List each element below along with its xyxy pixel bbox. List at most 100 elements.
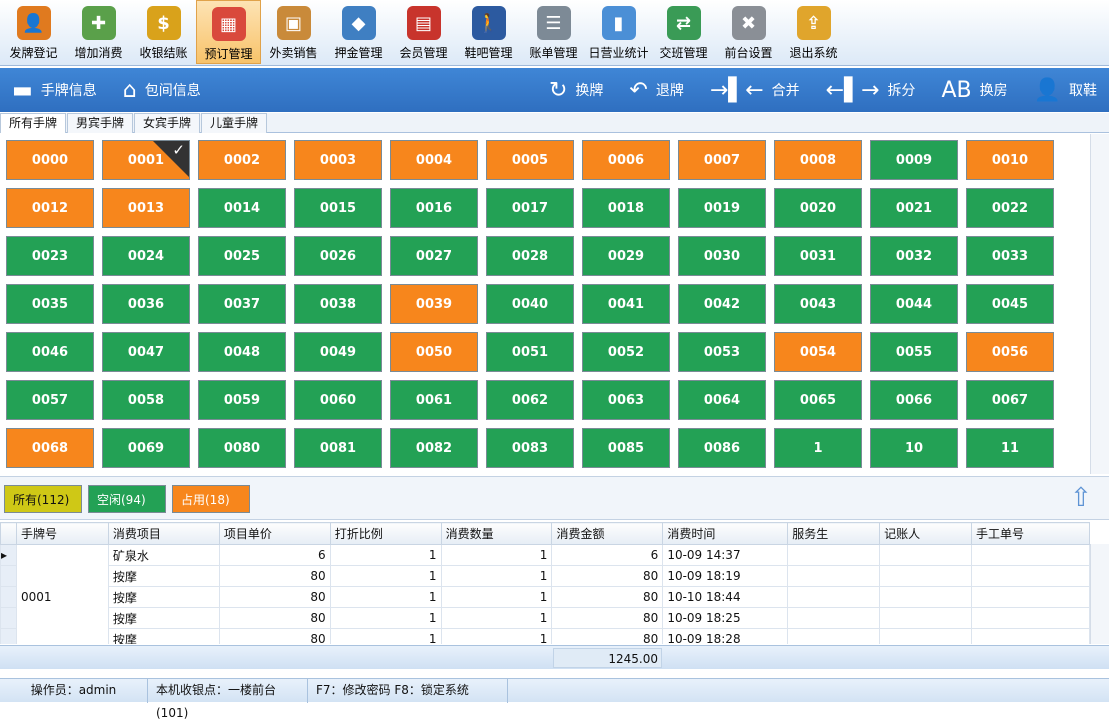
column-header[interactable]: 手工单号: [971, 522, 1090, 545]
hand-card-tile[interactable]: 0026: [294, 236, 382, 276]
hand-card-tile[interactable]: 0066: [870, 380, 958, 420]
hand-card-tile[interactable]: 0045: [966, 284, 1054, 324]
hand-card-tile[interactable]: 0061: [390, 380, 478, 420]
hand-card-tile[interactable]: 0083: [486, 428, 574, 468]
toolbar-button-walking-person[interactable]: 🚶 鞋吧管理: [456, 0, 521, 64]
toolbar-button-box-takeout[interactable]: ▣ 外卖销售: [261, 0, 326, 64]
hand-card-tile[interactable]: 0054: [774, 332, 862, 372]
hand-card-tile[interactable]: 0053: [678, 332, 766, 372]
hand-card-tile[interactable]: 0027: [390, 236, 478, 276]
hand-card-tile[interactable]: 0013: [102, 188, 190, 228]
hand-card-tile[interactable]: 0004: [390, 140, 478, 180]
swap-card-button[interactable]: ↻ 换牌: [549, 68, 603, 112]
hand-card-tile[interactable]: 0043: [774, 284, 862, 324]
hand-card-tile[interactable]: 10: [870, 428, 958, 468]
tab-male-cards[interactable]: 男宾手牌: [67, 113, 134, 133]
column-header[interactable]: 消费数量: [440, 522, 553, 545]
hand-card-tile[interactable]: 0023: [6, 236, 94, 276]
room-info-button[interactable]: ⌂ 包间信息: [123, 68, 201, 112]
hand-card-tile[interactable]: 0037: [198, 284, 286, 324]
hand-card-tile[interactable]: 0001 ✓: [102, 140, 190, 180]
hand-card-tile[interactable]: 0064: [678, 380, 766, 420]
hand-card-tile[interactable]: 0009: [870, 140, 958, 180]
row-header[interactable]: [0, 628, 17, 644]
hand-card-tile[interactable]: 0016: [390, 188, 478, 228]
hand-card-tile[interactable]: 11: [966, 428, 1054, 468]
table-scrollbar[interactable]: [1090, 544, 1109, 644]
hand-card-tile[interactable]: 0067: [966, 380, 1054, 420]
hand-card-tile[interactable]: 0049: [294, 332, 382, 372]
hand-card-tile[interactable]: 0024: [102, 236, 190, 276]
hand-card-tile[interactable]: 0086: [678, 428, 766, 468]
hand-card-tile[interactable]: 0051: [486, 332, 574, 372]
hand-card-tile[interactable]: 0022: [966, 188, 1054, 228]
hand-card-tile[interactable]: 0062: [486, 380, 574, 420]
toolbar-button-bar-chart[interactable]: ▮ 日营业统计: [586, 0, 651, 64]
hand-card-tile[interactable]: 0005: [486, 140, 574, 180]
toolbar-button-bill-document[interactable]: ☰ 账单管理: [521, 0, 586, 64]
row-header[interactable]: [0, 586, 17, 608]
tab-child-cards[interactable]: 儿童手牌: [201, 113, 268, 133]
hand-card-tile[interactable]: 0044: [870, 284, 958, 324]
take-shoes-button[interactable]: 👤 取鞋: [1034, 68, 1097, 112]
card-grid-scrollbar[interactable]: [1090, 134, 1109, 474]
column-header[interactable]: 消费金额: [551, 522, 664, 545]
merge-button[interactable]: →▌← 合并: [710, 68, 800, 112]
column-header[interactable]: 消费时间: [662, 522, 789, 545]
hand-card-tile[interactable]: 0002: [198, 140, 286, 180]
hand-card-tile[interactable]: 0036: [102, 284, 190, 324]
hand-card-tile[interactable]: 0031: [774, 236, 862, 276]
hand-card-tile[interactable]: 0015: [294, 188, 382, 228]
toolbar-button-person-register[interactable]: 👤 发牌登记: [1, 0, 66, 64]
hand-card-tile[interactable]: 0019: [678, 188, 766, 228]
table-row[interactable]: 0001 按摩 80 1 1 80 10-10 18:44: [0, 586, 1090, 608]
row-header[interactable]: ▸: [0, 544, 17, 566]
hand-card-tile[interactable]: 0065: [774, 380, 862, 420]
hand-card-tile[interactable]: 0057: [6, 380, 94, 420]
hand-card-tile[interactable]: 0029: [582, 236, 670, 276]
hand-card-tile[interactable]: 0040: [486, 284, 574, 324]
hand-card-tile[interactable]: 0063: [582, 380, 670, 420]
hand-card-tile[interactable]: 0060: [294, 380, 382, 420]
hand-card-tile[interactable]: 0069: [102, 428, 190, 468]
return-card-button[interactable]: ↶ 退牌: [629, 68, 683, 112]
table-row[interactable]: 按摩 80 1 1 80 10-09 18:25: [0, 607, 1090, 629]
hand-card-tile[interactable]: 0018: [582, 188, 670, 228]
table-row[interactable]: 按摩 80 1 1 80 10-09 18:28: [0, 628, 1090, 644]
toolbar-button-add-consumption[interactable]: ✚ 增加消费: [66, 0, 131, 64]
hand-card-tile[interactable]: 0003: [294, 140, 382, 180]
hand-card-tile[interactable]: 0028: [486, 236, 574, 276]
hand-card-tile[interactable]: 0030: [678, 236, 766, 276]
hand-card-tile[interactable]: 0033: [966, 236, 1054, 276]
hand-card-tile[interactable]: 0032: [870, 236, 958, 276]
hand-card-tile[interactable]: 0039: [390, 284, 478, 324]
scroll-up-arrow-icon[interactable]: ⇧: [1070, 483, 1096, 513]
toolbar-button-member-card[interactable]: ▤ 会员管理: [391, 0, 456, 64]
hand-card-tile[interactable]: 0082: [390, 428, 478, 468]
row-header[interactable]: [0, 607, 17, 629]
hand-card-tile[interactable]: 0041: [582, 284, 670, 324]
column-header[interactable]: 消费项目: [107, 522, 220, 545]
hand-card-tile[interactable]: 0007: [678, 140, 766, 180]
hand-card-tile[interactable]: 0017: [486, 188, 574, 228]
toolbar-button-cashier-coin[interactable]: $ 收银结账: [131, 0, 196, 64]
toolbar-button-exit-system[interactable]: ⇪ 退出系统: [781, 0, 846, 64]
hand-card-tile[interactable]: 0025: [198, 236, 286, 276]
hand-card-tile[interactable]: 0050: [390, 332, 478, 372]
hand-card-tile[interactable]: 0052: [582, 332, 670, 372]
tab-all-cards[interactable]: 所有手牌: [0, 113, 67, 133]
hand-card-tile[interactable]: 0012: [6, 188, 94, 228]
filter-all-button[interactable]: 所有(112): [4, 485, 82, 513]
hand-card-tile[interactable]: 0068: [6, 428, 94, 468]
hand-card-tile[interactable]: 0035: [6, 284, 94, 324]
hand-card-tile[interactable]: 0042: [678, 284, 766, 324]
hand-card-tile[interactable]: 0021: [870, 188, 958, 228]
row-header[interactable]: [0, 565, 17, 587]
hand-card-tile[interactable]: 0085: [582, 428, 670, 468]
hand-card-tile[interactable]: 0010: [966, 140, 1054, 180]
column-header[interactable]: 记账人: [879, 522, 973, 545]
column-header[interactable]: 项目单价: [218, 522, 331, 545]
hand-card-tile[interactable]: 1: [774, 428, 862, 468]
hand-card-tile[interactable]: 0038: [294, 284, 382, 324]
hand-card-tile[interactable]: 0006: [582, 140, 670, 180]
